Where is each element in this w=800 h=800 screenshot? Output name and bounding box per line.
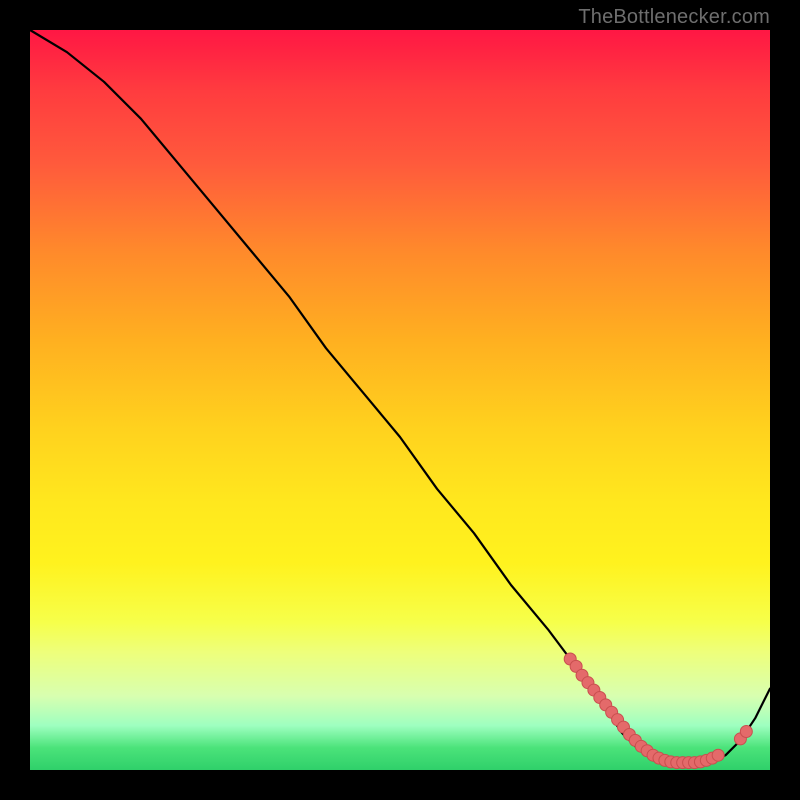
chart-svg — [30, 30, 770, 770]
data-markers — [564, 653, 752, 769]
plot-area — [30, 30, 770, 770]
chart-frame: TheBottlenecker.com — [0, 0, 800, 800]
data-marker — [712, 749, 724, 761]
watermark-text: TheBottlenecker.com — [578, 6, 770, 29]
data-marker — [740, 726, 752, 738]
bottleneck-curve — [30, 30, 770, 763]
